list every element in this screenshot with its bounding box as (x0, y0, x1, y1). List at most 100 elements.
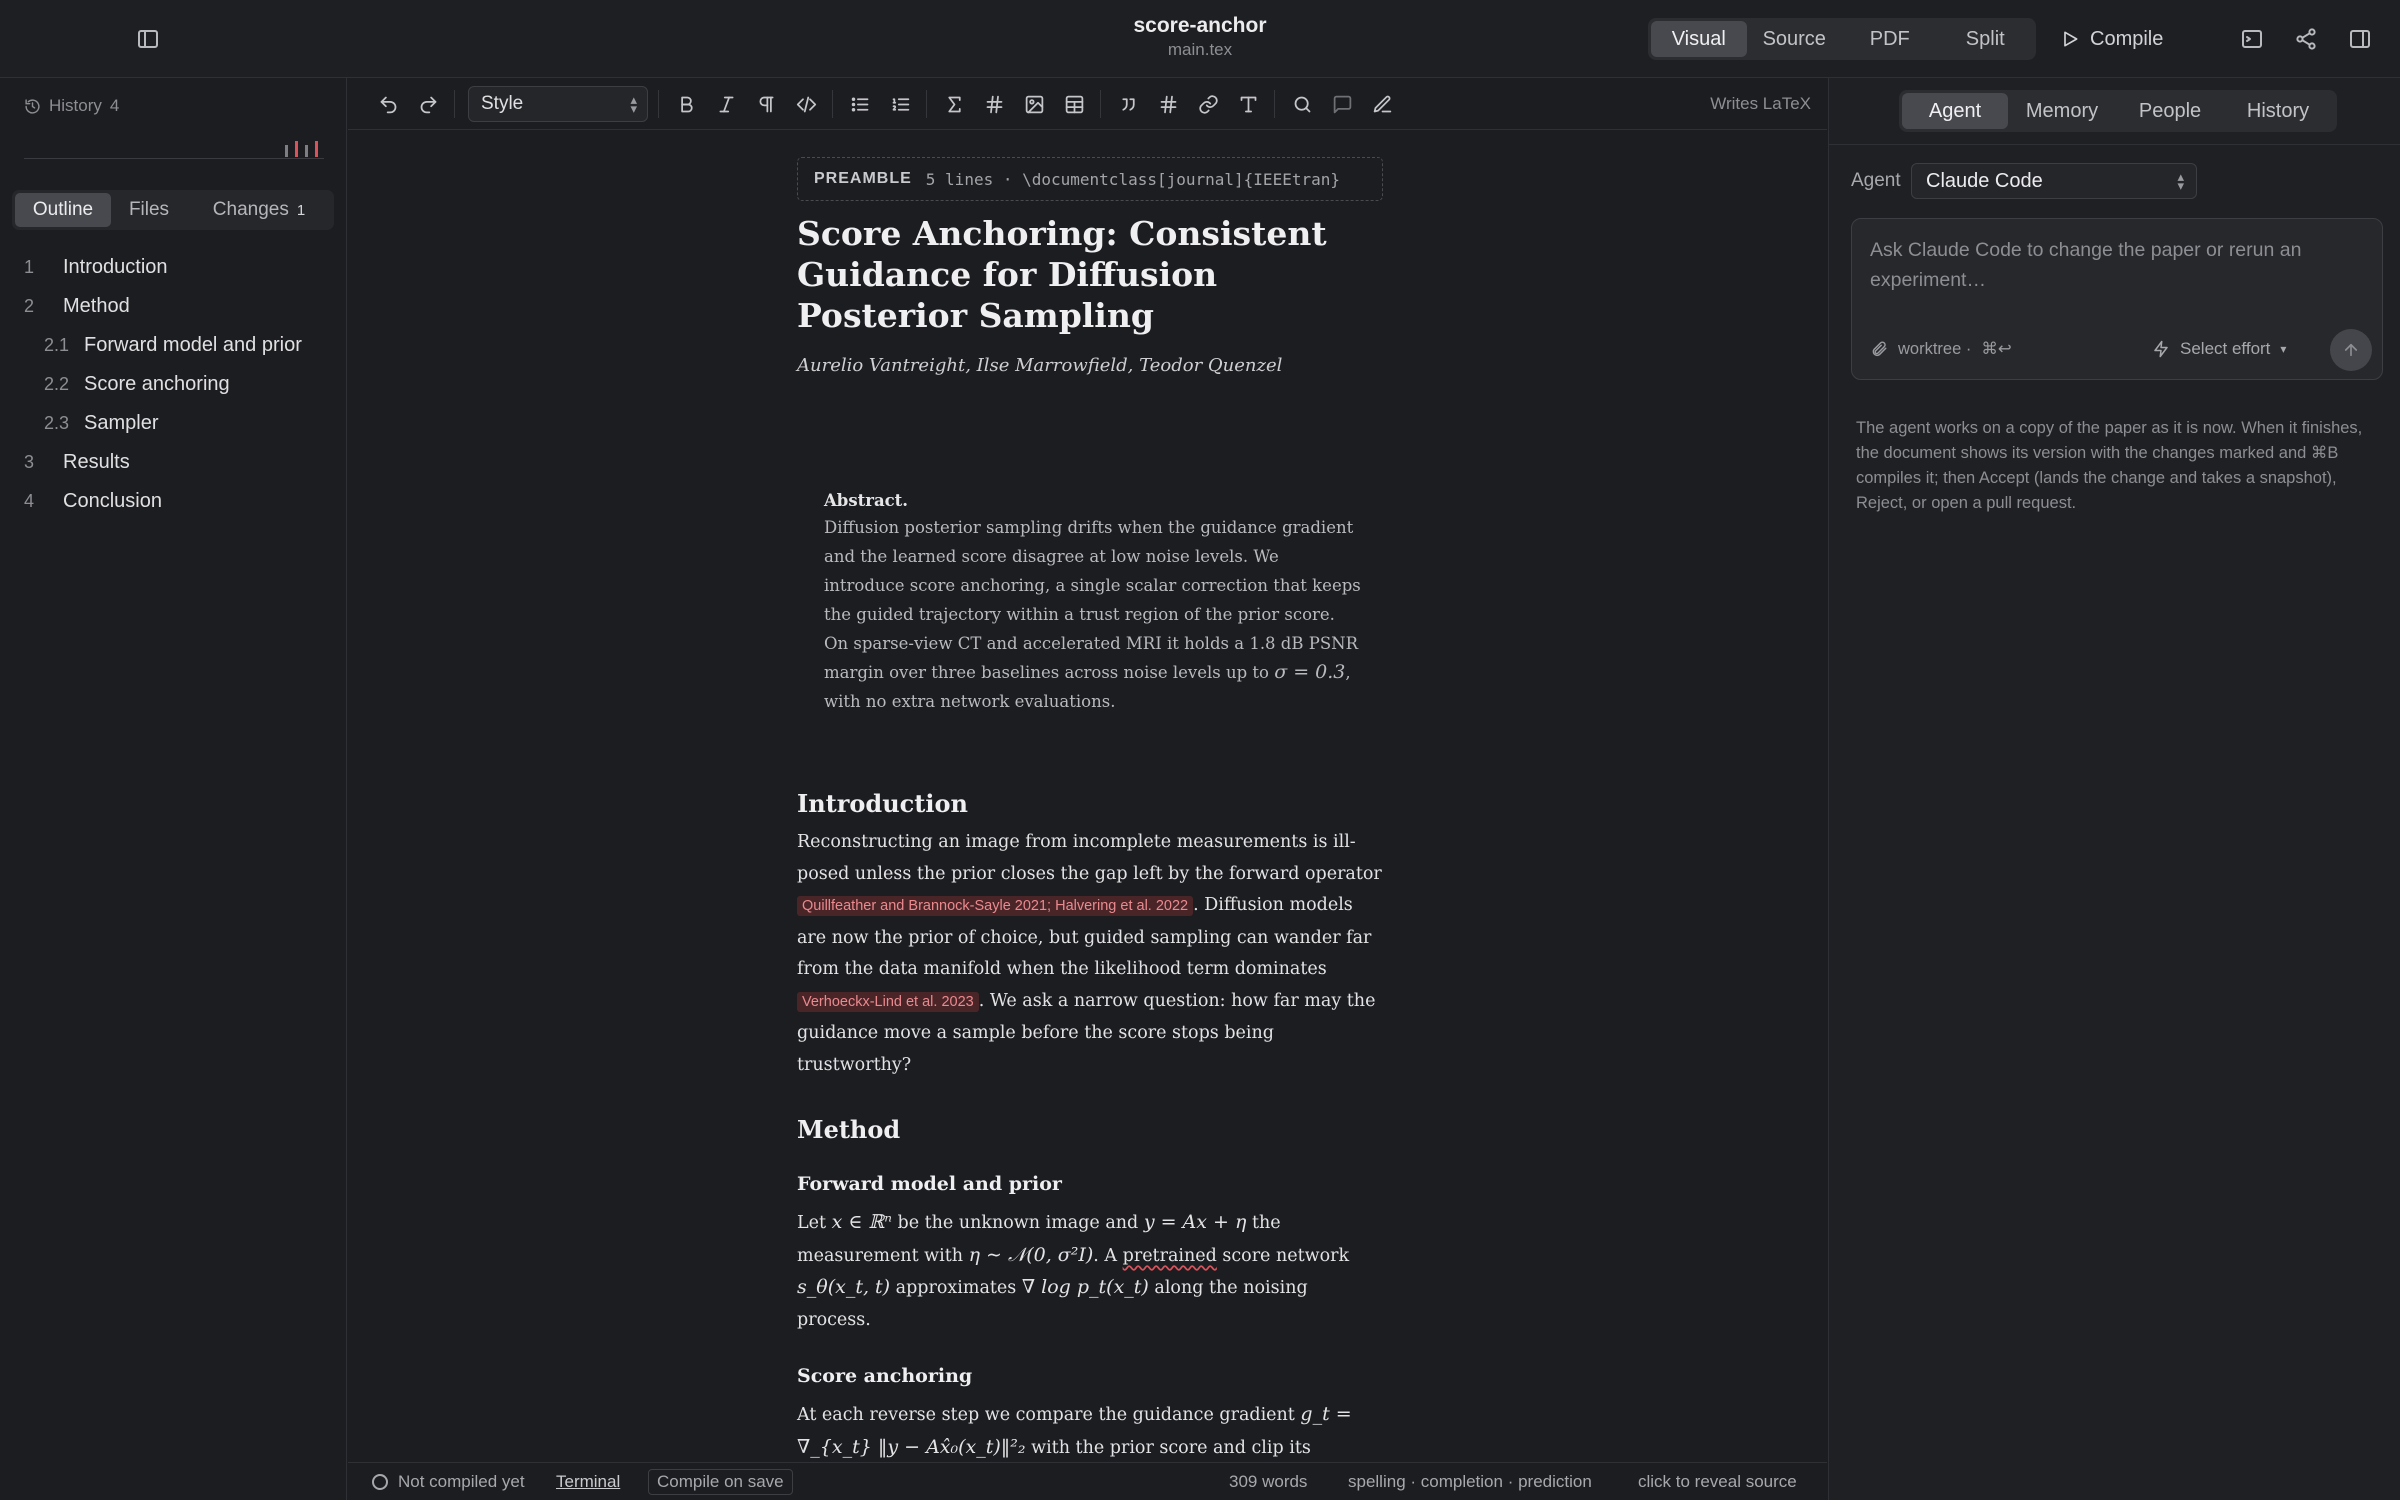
editor-features[interactable]: spelling · completion · prediction (1348, 1472, 1592, 1492)
history-tick[interactable] (305, 145, 308, 157)
comment-icon[interactable] (1326, 88, 1358, 120)
abstract[interactable]: Abstract. Diffusion posterior sampling dr… (824, 489, 1364, 716)
history-tick[interactable] (285, 145, 288, 157)
score-anchoring-paragraph[interactable]: At each reverse step we compare the guid… (797, 1399, 1387, 1461)
tab-memory[interactable]: Memory (2008, 93, 2116, 129)
outline-label: Score anchoring (84, 373, 230, 395)
code-icon[interactable] (790, 88, 822, 120)
outline-item-introduction[interactable]: 1 Introduction (0, 248, 347, 287)
redo-icon[interactable] (412, 88, 444, 120)
outline-item-sampler[interactable]: 2.3 Sampler (0, 404, 347, 443)
outline-label: Forward model and prior (84, 334, 302, 356)
inline-math[interactable]: y = Ax + η (1144, 1211, 1247, 1233)
paper-title[interactable]: Score Anchoring: Consistent Guidance for… (797, 213, 1397, 336)
worktree-label: worktree · (1898, 339, 1972, 358)
tab-files[interactable]: Files (111, 193, 187, 227)
search-icon[interactable] (1286, 88, 1318, 120)
view-mode-source[interactable]: Source (1747, 21, 1843, 57)
terminal-link[interactable]: Terminal (556, 1472, 620, 1492)
outline-item-score-anchoring[interactable]: 2.2 Score anchoring (0, 365, 347, 404)
citation-chip[interactable]: Quillfeather and Brannock-Sayle 2021; Ha… (797, 896, 1194, 916)
abstract-math[interactable]: σ = 0.3 (1274, 661, 1345, 683)
introduction-paragraph[interactable]: Reconstructing an image from incomplete … (797, 827, 1387, 1081)
paragraph-text: . A (1093, 1245, 1123, 1266)
history-timeline[interactable] (24, 158, 324, 159)
subsection-heading-forward-model[interactable]: Forward model and prior (797, 1173, 1062, 1195)
hash-icon[interactable] (978, 88, 1010, 120)
outline-item-method[interactable]: 2 Method (0, 287, 347, 326)
effort-select[interactable]: Select effort ▾ (2152, 339, 2286, 359)
inline-math[interactable]: ∇_{x_t} ‖y − Ax̂₀(x_t)‖²₂ (797, 1436, 1026, 1458)
italic-icon[interactable] (710, 88, 742, 120)
link-icon[interactable] (1192, 88, 1224, 120)
style-select[interactable]: Style ▴ ▾ (468, 86, 648, 122)
chevron-updown-icon: ▴ ▾ (2177, 169, 2184, 193)
preamble-block[interactable]: PREAMBLE 5 lines · \documentclass[journa… (797, 157, 1383, 201)
effort-label: Select effort (2180, 339, 2271, 358)
outline-number: 4 (24, 491, 35, 511)
history-tick[interactable] (295, 141, 298, 157)
sigma-icon[interactable] (938, 88, 970, 120)
numbered-list-icon[interactable] (884, 88, 916, 120)
section-heading-introduction[interactable]: Introduction (797, 789, 968, 818)
document-canvas[interactable]: PREAMBLE 5 lines · \documentclass[journa… (348, 131, 1827, 1461)
text-icon[interactable] (1232, 88, 1264, 120)
compile-on-save-toggle[interactable]: Compile on save (648, 1469, 793, 1495)
play-icon (2064, 31, 2078, 47)
view-mode-pdf[interactable]: PDF (1842, 21, 1938, 57)
history-snapshot-ticks (285, 141, 318, 157)
tab-changes[interactable]: Changes 1 (187, 193, 331, 227)
section-heading-method[interactable]: Method (797, 1115, 900, 1144)
view-mode-visual[interactable]: Visual (1651, 21, 1747, 57)
quote-icon[interactable] (1112, 88, 1144, 120)
toggle-sidebar-icon[interactable] (128, 19, 168, 59)
history-label: History (49, 96, 102, 115)
chevron-down-icon: ▾ (2280, 342, 2287, 356)
file-name: main.tex (1167, 40, 1233, 59)
chevron-updown-icon: ▴ ▾ (630, 92, 637, 116)
agent-prompt-input[interactable]: Ask Claude Code to change the paper or r… (1851, 218, 2383, 380)
history-header[interactable]: History 4 (24, 96, 119, 116)
inline-math[interactable]: g_t = (1300, 1403, 1351, 1425)
compile-button[interactable]: Compile (2060, 18, 2176, 60)
word-count: 309 words (1229, 1472, 1308, 1491)
terminal-icon[interactable] (2232, 19, 2272, 59)
paragraph-text: approximates (890, 1278, 1022, 1298)
send-button[interactable] (2330, 329, 2372, 371)
agent-select[interactable]: Claude Code ▴ ▾ (1911, 163, 2197, 199)
tab-outline[interactable]: Outline (15, 193, 111, 227)
inline-math[interactable]: x ∈ ℝⁿ (832, 1211, 892, 1233)
inline-math[interactable]: η ∼ 𝒩(0, σ²I) (969, 1244, 1094, 1266)
bullet-list-icon[interactable] (844, 88, 876, 120)
table-icon[interactable] (1058, 88, 1090, 120)
undo-icon[interactable] (372, 88, 404, 120)
tab-agent[interactable]: Agent (1902, 93, 2008, 129)
outline-item-forward-model[interactable]: 2.1 Forward model and prior (0, 326, 347, 365)
forward-model-paragraph[interactable]: Let x ∈ ℝⁿ be the unknown image and y = … (797, 1207, 1387, 1336)
share-icon[interactable] (2286, 19, 2326, 59)
outline-item-results[interactable]: 3 Results (0, 443, 347, 482)
image-icon[interactable] (1018, 88, 1050, 120)
window-title: score-anchor main.tex (0, 14, 2400, 60)
inline-math[interactable]: s_θ(x_t, t) (797, 1276, 890, 1298)
inline-math[interactable]: ∇ log p_t(x_t) (1022, 1276, 1149, 1298)
pen-icon[interactable] (1366, 88, 1398, 120)
bold-icon[interactable] (670, 88, 702, 120)
paragraph-text: Let (797, 1213, 832, 1233)
paragraph-text: be the unknown image and (891, 1213, 1144, 1233)
hash-ref-icon[interactable] (1152, 88, 1184, 120)
changes-count-badge: 1 (296, 201, 306, 219)
tab-history[interactable]: History (2224, 93, 2332, 129)
outline-item-conclusion[interactable]: 4 Conclusion (0, 482, 347, 521)
paragraph-text: Reconstructing an image from incomplete … (797, 832, 1382, 884)
spelling-error-word[interactable]: pretrained (1123, 1246, 1217, 1266)
toggle-right-panel-icon[interactable] (2340, 19, 2380, 59)
paragraph-icon[interactable] (750, 88, 782, 120)
view-mode-split[interactable]: Split (1938, 21, 2034, 57)
history-tick[interactable] (315, 141, 318, 157)
paper-authors[interactable]: Aurelio Vantreight, Ilse Marrowfield, Te… (797, 355, 1282, 376)
citation-chip[interactable]: Verhoeckx-Lind et al. 2023 (797, 991, 979, 1012)
tab-people[interactable]: People (2116, 93, 2224, 129)
subsection-heading-score-anchoring[interactable]: Score anchoring (797, 1365, 972, 1387)
worktree-info[interactable]: worktree · ⌘↩ (1870, 339, 2012, 359)
